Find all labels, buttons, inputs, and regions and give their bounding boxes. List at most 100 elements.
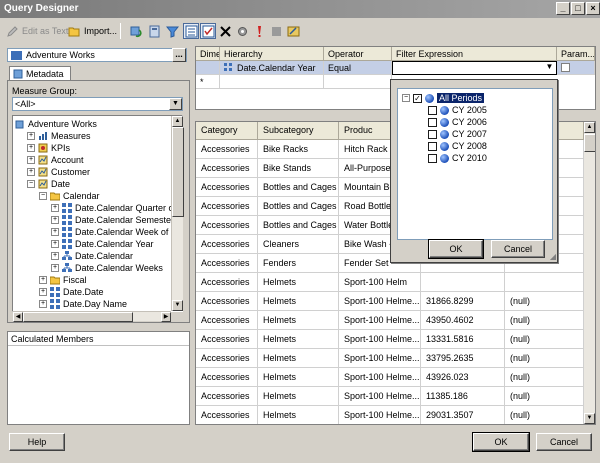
expand-icon[interactable]: + bbox=[51, 204, 59, 212]
table-cell[interactable]: (null) bbox=[505, 349, 584, 368]
help-button[interactable]: Help bbox=[9, 433, 65, 451]
table-cell[interactable]: (null) bbox=[505, 368, 584, 387]
table-cell[interactable]: Accessories bbox=[196, 311, 258, 330]
tree-item[interactable]: Adventure Works bbox=[15, 118, 97, 130]
tree-horizontal-scrollbar[interactable]: ◀ ▶ bbox=[13, 311, 171, 322]
tree-vertical-scrollbar[interactable]: ▲ ▼ bbox=[171, 116, 184, 311]
tree-item[interactable]: + Date.Calendar bbox=[51, 250, 133, 262]
table-cell[interactable]: Sport-100 Helme... bbox=[339, 387, 421, 406]
popup-cancel-button[interactable]: Cancel bbox=[491, 240, 545, 258]
popup-ok-button[interactable]: OK bbox=[428, 239, 484, 259]
table-cell[interactable]: Sport-100 Helme... bbox=[339, 292, 421, 311]
expand-icon[interactable]: + bbox=[51, 252, 59, 260]
filter-new-operator[interactable] bbox=[324, 75, 392, 89]
filter-header-dimension[interactable]: Dimension bbox=[196, 47, 220, 61]
grid-scroll-down-arrow[interactable]: ▼ bbox=[584, 413, 595, 424]
table-cell[interactable]: 33795.2635 bbox=[421, 349, 505, 368]
table-cell[interactable]: (null) bbox=[505, 387, 584, 406]
tab-metadata[interactable]: Metadata bbox=[9, 66, 71, 81]
calculated-members-panel[interactable]: Calculated Members bbox=[7, 331, 190, 425]
filter-cell-operator[interactable]: Equal bbox=[324, 61, 392, 75]
filter-row-selector[interactable] bbox=[196, 61, 220, 75]
tree-item[interactable]: + Date.Day Name bbox=[39, 298, 127, 310]
table-cell[interactable]: 31866.8299 bbox=[421, 292, 505, 311]
table-cell[interactable]: Sport-100 Helme... bbox=[339, 330, 421, 349]
scroll-right-arrow[interactable]: ▶ bbox=[161, 312, 171, 322]
collapse-icon[interactable]: − bbox=[27, 180, 35, 188]
member-item[interactable]: − ✓ All Periods bbox=[402, 92, 485, 104]
add-calculated-member-button[interactable] bbox=[146, 23, 162, 39]
table-cell[interactable]: 43926.023 bbox=[421, 368, 505, 387]
scroll-thumb[interactable] bbox=[172, 127, 184, 217]
member-checkbox[interactable] bbox=[428, 141, 437, 151]
table-cell[interactable]: Sport-100 Helme... bbox=[339, 311, 421, 330]
table-cell[interactable]: Bike Stands bbox=[258, 159, 339, 178]
scroll-hthumb[interactable] bbox=[23, 312, 133, 322]
filter-button[interactable] bbox=[164, 23, 180, 39]
grid-column-header[interactable]: Subcategory bbox=[258, 122, 339, 140]
chevron-down-icon[interactable]: ▼ bbox=[169, 98, 182, 110]
table-cell[interactable]: (null) bbox=[505, 406, 584, 424]
grid-scroll-thumb[interactable] bbox=[584, 134, 595, 152]
member-checkbox[interactable] bbox=[428, 129, 437, 139]
minimize-button[interactable]: _ bbox=[556, 2, 570, 15]
tree-item[interactable]: + Fiscal bbox=[39, 274, 87, 286]
table-cell[interactable]: (null) bbox=[505, 311, 584, 330]
table-cell[interactable]: Accessories bbox=[196, 235, 258, 254]
measure-group-select[interactable]: <All> ▼ bbox=[12, 97, 183, 111]
grid-column-header[interactable]: Category bbox=[196, 122, 258, 140]
design-mode-button[interactable] bbox=[285, 23, 301, 39]
table-cell[interactable]: Helmets bbox=[258, 406, 339, 424]
table-cell[interactable]: Helmets bbox=[258, 292, 339, 311]
table-cell[interactable]: Helmets bbox=[258, 273, 339, 292]
tree-item[interactable]: + Date.Calendar Weeks bbox=[51, 262, 163, 274]
scroll-left-arrow[interactable]: ◀ bbox=[13, 312, 23, 322]
table-cell[interactable]: Accessories bbox=[196, 273, 258, 292]
table-cell[interactable]: Bottles and Cages bbox=[258, 197, 339, 216]
cube-selector[interactable]: Adventure Works bbox=[7, 48, 187, 62]
tree-item[interactable]: + Date.Date bbox=[39, 286, 104, 298]
member-checkbox[interactable] bbox=[428, 153, 437, 163]
table-cell[interactable]: Accessories bbox=[196, 330, 258, 349]
filter-cell-hierarchy[interactable]: Date.Calendar Year bbox=[220, 61, 324, 75]
expand-icon[interactable]: + bbox=[27, 156, 35, 164]
expand-icon[interactable]: + bbox=[39, 288, 47, 296]
ok-button[interactable]: OK bbox=[472, 432, 530, 452]
table-cell[interactable]: Helmets bbox=[258, 349, 339, 368]
table-cell[interactable]: Accessories bbox=[196, 216, 258, 235]
scroll-down-arrow[interactable]: ▼ bbox=[172, 300, 183, 311]
filter-header-operator[interactable]: Operator bbox=[324, 47, 392, 61]
table-cell[interactable] bbox=[505, 273, 584, 292]
table-cell[interactable]: (null) bbox=[505, 292, 584, 311]
member-item[interactable]: CY 2010 bbox=[428, 152, 487, 164]
resize-grip-icon[interactable]: ◢ bbox=[550, 252, 556, 261]
table-cell[interactable]: (null) bbox=[505, 330, 584, 349]
expand-icon[interactable]: + bbox=[39, 300, 47, 308]
expand-icon[interactable]: + bbox=[51, 228, 59, 236]
grid-vertical-scrollbar[interactable]: ▲ ▼ bbox=[583, 122, 595, 424]
cancel-query-button[interactable] bbox=[268, 23, 284, 39]
tree-item[interactable]: + Date.Calendar Semester o bbox=[51, 214, 182, 226]
expand-icon[interactable]: + bbox=[51, 240, 59, 248]
browse-cube-button[interactable]: ... bbox=[172, 48, 186, 62]
parameter-checkbox[interactable] bbox=[561, 63, 570, 72]
table-cell[interactable]: Accessories bbox=[196, 178, 258, 197]
table-cell[interactable]: 43950.4602 bbox=[421, 311, 505, 330]
close-button[interactable]: × bbox=[586, 2, 600, 15]
table-cell[interactable]: 13331.5816 bbox=[421, 330, 505, 349]
table-cell[interactable]: Accessories bbox=[196, 197, 258, 216]
cancel-button[interactable]: Cancel bbox=[536, 433, 592, 451]
tree-item[interactable]: + Account bbox=[27, 154, 84, 166]
table-cell[interactable]: Helmets bbox=[258, 387, 339, 406]
expand-icon[interactable]: + bbox=[27, 144, 35, 152]
tree-item[interactable]: + Date.Calendar Year bbox=[51, 238, 154, 250]
table-cell[interactable]: Accessories bbox=[196, 254, 258, 273]
tree-item[interactable]: + Customer bbox=[27, 166, 90, 178]
run-query-button[interactable] bbox=[251, 23, 267, 39]
filter-expression-dropdown[interactable]: ▼ bbox=[392, 61, 557, 75]
member-item[interactable]: CY 2008 bbox=[428, 140, 487, 152]
table-cell[interactable]: Accessories bbox=[196, 387, 258, 406]
expand-icon[interactable]: + bbox=[27, 168, 35, 176]
table-cell[interactable]: Bottles and Cages bbox=[258, 216, 339, 235]
table-cell[interactable]: Sport-100 Helm bbox=[339, 273, 421, 292]
